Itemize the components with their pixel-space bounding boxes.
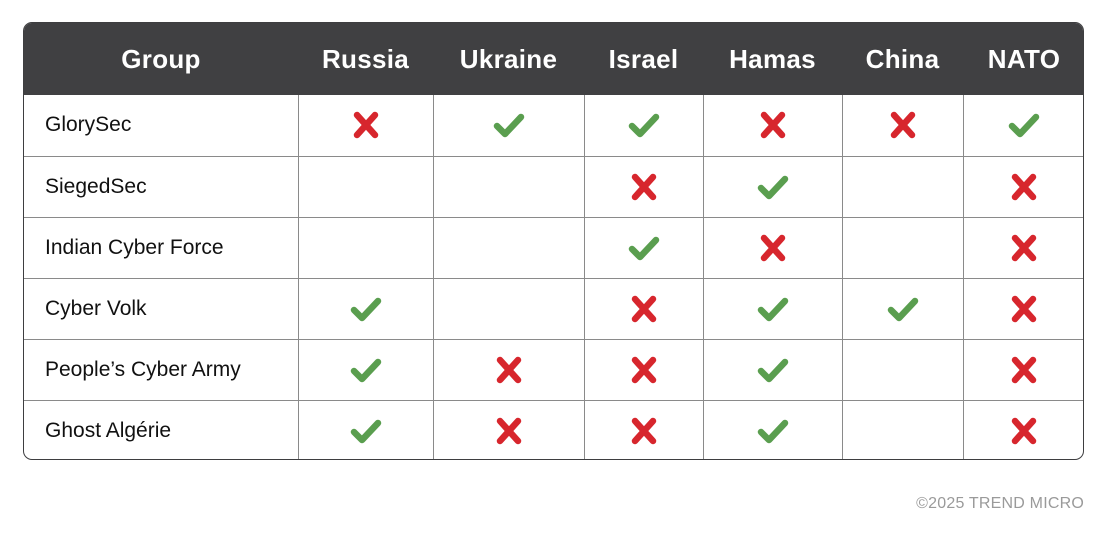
stance-cell-china <box>841 399 964 459</box>
check-icon <box>757 356 789 384</box>
cross-icon <box>628 356 660 384</box>
column-header-russia: Russia <box>321 43 410 74</box>
column-header-ukraine: Ukraine <box>459 43 558 74</box>
check-icon <box>628 111 660 139</box>
group-name: People’s Cyber Army <box>24 338 299 401</box>
cross-icon <box>1008 417 1040 445</box>
cross-icon <box>1008 173 1040 201</box>
check-icon <box>350 356 382 384</box>
copyright-footer: ©2025 TREND MICRO <box>916 495 1084 512</box>
stance-table: Group Russia Ukraine Israel Hamas China NATO G… <box>23 22 1084 460</box>
cross-icon <box>493 356 525 384</box>
stance-cell-china <box>841 277 964 340</box>
stance-cell-hamas <box>702 155 843 218</box>
column-header-israel: Israel <box>608 43 679 74</box>
cross-icon <box>628 417 660 445</box>
stance-cell-israel <box>583 155 704 218</box>
stance-cell-hamas <box>702 277 843 340</box>
stance-cell-china <box>841 338 964 401</box>
check-icon <box>350 295 382 323</box>
column-header-hamas: Hamas <box>729 43 816 74</box>
table-row: Indian Cyber Force <box>24 216 1083 279</box>
stance-cell-russia <box>297 277 434 340</box>
table-row: SiegedSec <box>24 155 1083 218</box>
stance-cell-china <box>841 216 964 279</box>
stance-cell-hamas <box>702 95 843 157</box>
stance-cell-israel <box>583 216 704 279</box>
cross-icon <box>1008 356 1040 384</box>
cross-icon <box>757 111 789 139</box>
stance-cell-ukraine <box>432 216 585 279</box>
stance-cell-nato <box>962 95 1083 157</box>
cross-icon <box>887 111 919 139</box>
check-icon <box>757 417 789 445</box>
cross-icon <box>1008 295 1040 323</box>
stance-cell-nato <box>962 338 1083 401</box>
stance-cell-nato <box>962 399 1083 459</box>
group-name: GlorySec <box>24 95 299 157</box>
stance-cell-israel <box>583 277 704 340</box>
stance-cell-russia <box>297 216 434 279</box>
stance-cell-nato <box>962 216 1083 279</box>
check-icon <box>493 111 525 139</box>
cross-icon <box>493 417 525 445</box>
stance-cell-nato <box>962 155 1083 218</box>
cross-icon <box>628 295 660 323</box>
cross-icon <box>757 234 789 262</box>
header-row: Group Russia Ukraine Israel Hamas China NATO <box>24 23 1083 95</box>
table-row: Ghost Algérie <box>24 399 1083 459</box>
cross-icon <box>1008 234 1040 262</box>
table-row: People’s Cyber Army <box>24 338 1083 401</box>
table-body: GlorySec SiegedSec Indian Cyber Force Cyber… <box>24 95 1083 459</box>
stance-cell-russia <box>297 155 434 218</box>
stance-cell-israel <box>583 338 704 401</box>
check-icon <box>628 234 660 262</box>
stance-cell-ukraine <box>432 338 585 401</box>
cross-icon <box>350 111 382 139</box>
check-icon <box>350 417 382 445</box>
stance-cell-hamas <box>702 338 843 401</box>
stance-cell-israel <box>583 95 704 157</box>
group-name: SiegedSec <box>24 155 299 218</box>
stance-cell-nato <box>962 277 1083 340</box>
stance-cell-china <box>841 95 964 157</box>
stance-cell-russia <box>297 338 434 401</box>
group-name: Indian Cyber Force <box>24 216 299 279</box>
stance-cell-russia <box>297 399 434 459</box>
column-header-group: Group <box>121 43 201 74</box>
check-icon <box>757 295 789 323</box>
stance-cell-ukraine <box>432 155 585 218</box>
stance-cell-israel <box>583 399 704 459</box>
cross-icon <box>628 173 660 201</box>
column-header-nato: NATO <box>987 43 1061 74</box>
stance-cell-ukraine <box>432 399 585 459</box>
check-icon <box>887 295 919 323</box>
stance-cell-hamas <box>702 216 843 279</box>
stance-cell-ukraine <box>432 277 585 340</box>
check-icon <box>757 173 789 201</box>
group-name: Ghost Algérie <box>24 399 299 459</box>
stance-cell-china <box>841 155 964 218</box>
stance-cell-russia <box>297 95 434 157</box>
stance-cell-hamas <box>702 399 843 459</box>
group-name: Cyber Volk <box>24 277 299 340</box>
table-row: GlorySec <box>24 95 1083 157</box>
stance-cell-ukraine <box>432 95 585 157</box>
table-row: Cyber Volk <box>24 277 1083 340</box>
check-icon <box>1008 111 1040 139</box>
column-header-china: China <box>865 43 940 74</box>
